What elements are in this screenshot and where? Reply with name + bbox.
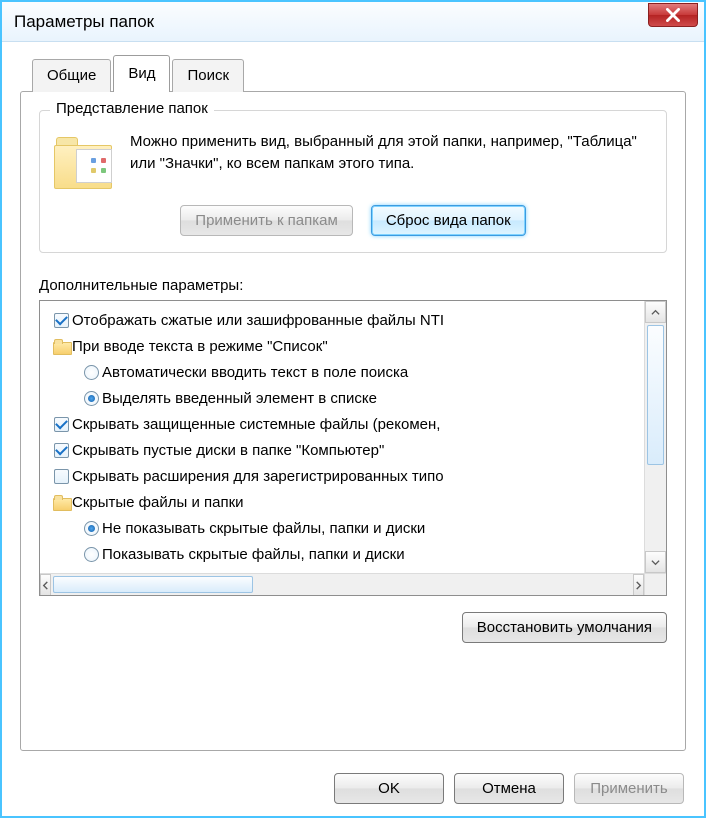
apply-to-folders-button[interactable]: Применить к папкам xyxy=(180,205,353,236)
radio[interactable] xyxy=(84,521,99,536)
vertical-scrollbar[interactable] xyxy=(644,301,666,573)
apply-button[interactable]: Применить xyxy=(574,773,684,804)
horizontal-scrollbar[interactable] xyxy=(40,573,644,595)
radio-control[interactable] xyxy=(80,547,102,562)
checkbox[interactable] xyxy=(54,417,69,432)
restore-defaults-button[interactable]: Восстановить умолчания xyxy=(462,612,667,643)
tab-search[interactable]: Поиск xyxy=(172,59,244,92)
checkbox-control[interactable] xyxy=(50,313,72,328)
folder-icon xyxy=(53,495,70,509)
ok-button[interactable]: OK xyxy=(334,773,444,804)
list-item[interactable]: Выделять введенный элемент в списке xyxy=(50,385,644,411)
tab-general[interactable]: Общие xyxy=(32,59,111,92)
close-button[interactable] xyxy=(648,3,698,27)
radio[interactable] xyxy=(84,391,99,406)
list-item[interactable]: Скрытые файлы и папки xyxy=(50,489,644,515)
checkbox-control[interactable] xyxy=(50,417,72,432)
radio-control[interactable] xyxy=(80,391,102,406)
list-item-label: Автоматически вводить текст в поле поиск… xyxy=(102,364,408,381)
scroll-corner xyxy=(644,573,666,595)
list-item-label: Скрывать расширения для зарегистрированн… xyxy=(72,468,444,485)
v-scroll-track[interactable] xyxy=(645,323,666,551)
scroll-right-button[interactable] xyxy=(633,574,644,596)
checkbox[interactable] xyxy=(54,313,69,328)
tab-panel-view: Представление папок Можно применить вид,… xyxy=(20,91,686,751)
checkbox-control[interactable] xyxy=(50,443,72,458)
checkbox[interactable] xyxy=(54,443,69,458)
scroll-up-button[interactable] xyxy=(645,301,666,323)
scroll-left-button[interactable] xyxy=(40,574,51,596)
list-item[interactable]: Скрывать пустые диски в папке "Компьютер… xyxy=(50,437,644,463)
list-item[interactable]: Скрывать расширения для зарегистрированн… xyxy=(50,463,644,489)
h-scroll-thumb[interactable] xyxy=(53,576,253,593)
folder-views-group: Представление папок Можно применить вид,… xyxy=(39,110,667,253)
checkbox-control[interactable] xyxy=(50,469,72,484)
group-icon xyxy=(50,495,72,509)
list-item-label: Отображать сжатые или зашифрованные файл… xyxy=(72,312,444,329)
list-item[interactable]: Автоматически вводить текст в поле поиск… xyxy=(50,359,644,385)
list-item[interactable]: Показывать скрытые файлы, папки и диски xyxy=(50,541,644,567)
folder-icon xyxy=(54,131,116,189)
radio[interactable] xyxy=(84,365,99,380)
list-item[interactable]: Скрывать защищенные системные файлы (рек… xyxy=(50,411,644,437)
scroll-down-button[interactable] xyxy=(645,551,666,573)
advanced-settings-list: Отображать сжатые или зашифрованные файл… xyxy=(39,300,667,596)
list-item-label: Скрывать защищенные системные файлы (рек… xyxy=(72,416,440,433)
tab-view[interactable]: Вид xyxy=(113,55,170,92)
reset-folders-button[interactable]: Сброс вида папок xyxy=(371,205,526,236)
titlebar: Параметры папок xyxy=(2,2,704,42)
advanced-settings-label: Дополнительные параметры: xyxy=(39,277,667,294)
close-icon xyxy=(666,8,680,22)
list-viewport: Отображать сжатые или зашифрованные файл… xyxy=(40,301,644,573)
v-scroll-thumb[interactable] xyxy=(647,325,664,465)
tab-strip: Общие Вид Поиск xyxy=(32,54,686,91)
checkbox[interactable] xyxy=(54,469,69,484)
cancel-button[interactable]: Отмена xyxy=(454,773,564,804)
radio[interactable] xyxy=(84,547,99,562)
h-scroll-track[interactable] xyxy=(51,574,633,595)
list-item-label: Скрывать пустые диски в папке "Компьютер… xyxy=(72,442,384,459)
list-item-label: Не показывать скрытые файлы, папки и дис… xyxy=(102,520,425,537)
dialog-button-row: OK Отмена Применить xyxy=(334,773,684,804)
list-item[interactable]: Отображать сжатые или зашифрованные файл… xyxy=(50,307,644,333)
list-item[interactable]: Не показывать скрытые файлы, папки и дис… xyxy=(50,515,644,541)
window-title: Параметры папок xyxy=(14,12,154,32)
radio-control[interactable] xyxy=(80,521,102,536)
group-icon xyxy=(50,339,72,353)
group-title: Представление папок xyxy=(50,100,214,117)
content-area: Общие Вид Поиск Представление папок xyxy=(2,42,704,759)
list-item[interactable]: При вводе текста в режиме "Список" xyxy=(50,333,644,359)
list-item-label: Выделять введенный элемент в списке xyxy=(102,390,377,407)
folder-icon xyxy=(53,339,70,353)
folder-options-window: Параметры папок Общие Вид Поиск Представ… xyxy=(0,0,706,818)
list-item-label: Показывать скрытые файлы, папки и диски xyxy=(102,546,405,563)
list-item-label: При вводе текста в режиме "Список" xyxy=(72,338,328,355)
radio-control[interactable] xyxy=(80,365,102,380)
list-item-label: Скрытые файлы и папки xyxy=(72,494,244,511)
group-description: Можно применить вид, выбранный для этой … xyxy=(130,131,652,189)
